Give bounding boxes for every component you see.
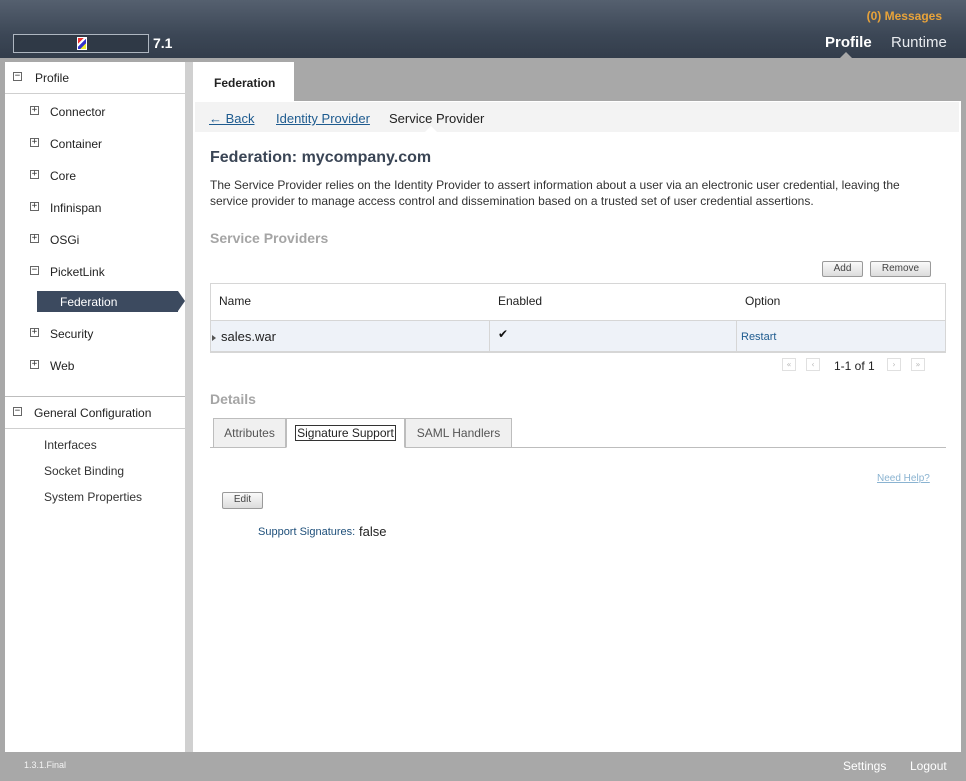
- table-row[interactable]: sales.war ✔ Restart: [211, 320, 945, 352]
- check-icon: ✔: [498, 327, 509, 341]
- tab-label: Signature Support: [295, 425, 396, 441]
- sidebar-border: [185, 62, 193, 752]
- sidebar-item-federation[interactable]: Federation: [37, 291, 178, 312]
- breadcrumb-service-provider: Service Provider: [389, 111, 485, 126]
- tab-signature-support[interactable]: Signature Support: [286, 418, 405, 448]
- collapse-icon[interactable]: −: [13, 407, 22, 416]
- sidebar-item-connector[interactable]: + Connector: [5, 95, 185, 127]
- breadcrumb-pointer: [425, 126, 437, 132]
- collapse-icon[interactable]: −: [13, 72, 22, 81]
- tab-saml-handlers[interactable]: SAML Handlers: [405, 418, 512, 448]
- page-title: Federation: mycompany.com: [210, 149, 432, 166]
- column-header-name[interactable]: Name: [219, 294, 251, 308]
- cell-name: sales.war: [221, 329, 276, 344]
- expand-icon[interactable]: +: [30, 202, 39, 211]
- sidebar-item-label: Security: [50, 327, 94, 341]
- sidebar-item-label: PicketLink: [50, 265, 105, 279]
- expand-icon[interactable]: +: [30, 170, 39, 179]
- section-heading-details: Details: [210, 391, 256, 407]
- remove-button[interactable]: Remove: [870, 261, 931, 277]
- messages-link[interactable]: (0) Messages: [867, 9, 942, 23]
- sidebar-item-label: Infinispan: [50, 201, 102, 215]
- sidebar-section-label: General Configuration: [34, 406, 152, 420]
- pager-last-icon[interactable]: »: [911, 358, 925, 371]
- expand-icon[interactable]: +: [30, 106, 39, 115]
- tab-attributes[interactable]: Attributes: [213, 418, 286, 448]
- top-tab-profile[interactable]: Profile: [825, 34, 872, 51]
- sidebar-item-web[interactable]: + Web: [5, 349, 185, 381]
- app-footer: 1.3.1.Final Settings Logout: [0, 752, 966, 781]
- broken-image-icon: [77, 37, 87, 50]
- content-tab-bar: Federation: [193, 62, 961, 101]
- add-button[interactable]: Add: [822, 261, 863, 277]
- section-heading-service-providers: Service Providers: [210, 230, 329, 246]
- column-header-enabled[interactable]: Enabled: [498, 294, 542, 308]
- sidebar: − Profile + Connector + Container + Core…: [5, 62, 185, 752]
- selected-item-arrow: [178, 291, 185, 311]
- breadcrumb-identity-provider[interactable]: Identity Provider: [276, 111, 370, 126]
- sidebar-item-socket-binding[interactable]: Socket Binding: [44, 464, 124, 478]
- sidebar-section-label: Profile: [35, 71, 70, 85]
- expand-icon[interactable]: +: [30, 328, 39, 337]
- sidebar-item-label: Federation: [60, 295, 118, 309]
- need-help-link[interactable]: Need Help?: [877, 473, 930, 484]
- sidebar-item-security[interactable]: + Security: [5, 317, 185, 349]
- restart-link[interactable]: Restart: [741, 331, 776, 343]
- back-link[interactable]: ← Back: [209, 111, 255, 126]
- expand-icon[interactable]: +: [30, 360, 39, 369]
- pager-next-icon[interactable]: ›: [887, 358, 901, 371]
- pager-first-icon[interactable]: «: [782, 358, 796, 371]
- breadcrumb: ← Back Identity Provider Service Provide…: [195, 102, 959, 132]
- sidebar-item-label: OSGi: [50, 233, 80, 247]
- sidebar-section-general-configuration[interactable]: − General Configuration: [5, 397, 185, 429]
- expand-icon[interactable]: +: [30, 234, 39, 243]
- sidebar-item-label: Connector: [50, 105, 106, 119]
- main-panel: Federation ← Back Identity Provider Serv…: [193, 62, 961, 752]
- expand-icon[interactable]: +: [30, 138, 39, 147]
- settings-link[interactable]: Settings: [843, 759, 886, 773]
- sidebar-item-label: Web: [50, 359, 75, 373]
- sidebar-item-container[interactable]: + Container: [5, 127, 185, 159]
- sidebar-section-profile[interactable]: − Profile: [5, 62, 185, 94]
- tab-federation[interactable]: Federation: [193, 62, 294, 101]
- sidebar-item-infinispan[interactable]: + Infinispan: [5, 191, 185, 223]
- column-divider: [489, 321, 490, 351]
- sidebar-item-system-properties[interactable]: System Properties: [44, 490, 142, 504]
- sidebar-item-core[interactable]: + Core: [5, 159, 185, 191]
- product-version: 7.1: [153, 35, 173, 51]
- column-divider: [736, 321, 737, 351]
- product-logo: [13, 34, 149, 53]
- logout-link[interactable]: Logout: [910, 759, 947, 773]
- service-providers-table: Name Enabled Option sales.war ✔ Restart: [210, 283, 946, 353]
- column-header-option[interactable]: Option: [745, 294, 780, 308]
- sidebar-item-label: Container: [50, 137, 103, 151]
- support-signatures-label: Support Signatures:: [258, 526, 356, 538]
- pager-prev-icon[interactable]: ‹: [806, 358, 820, 371]
- sidebar-item-interfaces[interactable]: Interfaces: [44, 438, 97, 452]
- support-signatures-value: false: [359, 524, 387, 539]
- row-expand-icon[interactable]: [212, 335, 216, 341]
- pager-status: 1-1 of 1: [834, 359, 875, 373]
- page-description: The Service Provider relies on the Ident…: [210, 178, 900, 208]
- top-tab-runtime[interactable]: Runtime: [891, 34, 947, 51]
- active-tab-pointer: [839, 52, 853, 59]
- app-header: 7.1 (0) Messages Profile Runtime: [0, 0, 966, 59]
- collapse-icon[interactable]: −: [30, 266, 39, 275]
- sidebar-item-osgi[interactable]: + OSGi: [5, 223, 185, 255]
- sidebar-item-picketlink[interactable]: − PicketLink: [5, 255, 185, 287]
- build-version: 1.3.1.Final: [24, 760, 67, 770]
- sidebar-item-label: Core: [50, 169, 77, 183]
- edit-button[interactable]: Edit: [222, 492, 263, 509]
